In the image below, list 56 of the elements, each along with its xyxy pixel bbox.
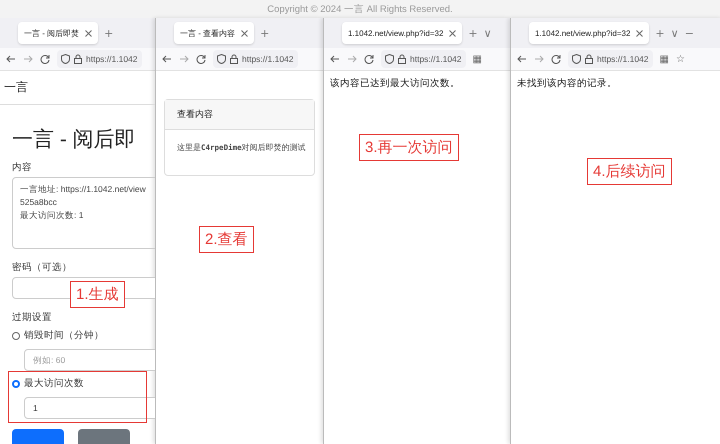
close-icon[interactable] — [85, 30, 92, 36]
copyright-text: Copyright © 2024 一言 All Rights Reserved. — [267, 2, 453, 16]
tab-bar-button[interactable]: + — [104, 26, 114, 40]
back-icon[interactable] — [517, 54, 527, 64]
reload-icon[interactable] — [364, 54, 374, 64]
input-field[interactable]: 例如: 60 — [24, 349, 155, 371]
tab-bar-button[interactable]: ∨ — [484, 26, 492, 40]
shield-icon[interactable] — [572, 54, 581, 64]
tab-bar-button[interactable]: − — [684, 26, 694, 40]
browser-tab[interactable]: 1.1042.net/view.php?id=32 — [529, 22, 650, 44]
message-text: 该内容已达到最大访问次数。 — [329, 77, 461, 91]
input-field[interactable]: 1 — [24, 397, 155, 419]
lock-icon — [74, 54, 82, 64]
tab-bar-button[interactable]: ∨ — [670, 26, 679, 40]
lock-icon — [398, 54, 406, 64]
tab-bar-button[interactable]: + — [468, 26, 478, 40]
radio-label[interactable]: 最大访问次数 — [24, 378, 84, 390]
close-icon[interactable] — [241, 30, 248, 36]
toolbar-button[interactable]: ▦ — [660, 54, 669, 64]
tab-bar-button[interactable]: + — [260, 26, 270, 40]
shield-icon[interactable] — [385, 54, 394, 64]
close-icon[interactable] — [636, 30, 644, 36]
annotation-label: 1.生成 — [70, 281, 125, 308]
back-icon[interactable] — [6, 54, 16, 64]
address-bar[interactable]: https://1.1042 — [381, 50, 466, 68]
annotation-label: 3.再一次访问 — [359, 134, 459, 161]
browser-tab[interactable]: 一言 - 查看内容 — [174, 22, 254, 44]
message-text: 未找到该内容的记录。 — [516, 77, 618, 91]
radio-label[interactable]: 销毁时间（分钟） — [24, 330, 104, 342]
lock-icon — [585, 54, 593, 64]
field-label: 密码（可选） — [12, 262, 72, 274]
shield-icon[interactable] — [61, 54, 70, 64]
reload-icon[interactable] — [196, 54, 206, 64]
annotation-label: 2.查看 — [199, 226, 254, 253]
browser-tab[interactable]: 一言 - 阅后即焚 — [18, 22, 98, 44]
browser-tab[interactable]: 1.1042.net/view.php?id=32 — [342, 22, 462, 44]
card-title: 查看内容 — [165, 100, 314, 130]
back-icon[interactable] — [330, 54, 340, 64]
field-label: 内容 — [12, 162, 32, 174]
shield-icon[interactable] — [217, 54, 226, 64]
toolbar-button[interactable]: ▦ — [472, 54, 482, 64]
close-icon[interactable] — [449, 30, 456, 36]
radio-button[interactable] — [12, 332, 20, 340]
section-label: 过期设置 — [12, 312, 52, 324]
radio-button[interactable] — [12, 380, 20, 388]
address-bar[interactable]: https://1.1042 — [568, 50, 653, 68]
reload-icon[interactable] — [40, 54, 50, 64]
annotation-label: 4.后续访问 — [587, 158, 672, 185]
lock-icon — [230, 54, 238, 64]
back-icon[interactable] — [162, 54, 172, 64]
address-bar[interactable]: https://1.1042 — [213, 50, 298, 68]
address-bar[interactable]: https://1.1042 — [57, 50, 142, 68]
tab-bar-button[interactable]: + — [655, 26, 665, 40]
toolbar-button[interactable]: ☆ — [676, 54, 685, 64]
page-heading: 一言 - 阅后即 — [12, 127, 136, 153]
reload-icon[interactable] — [551, 54, 561, 64]
